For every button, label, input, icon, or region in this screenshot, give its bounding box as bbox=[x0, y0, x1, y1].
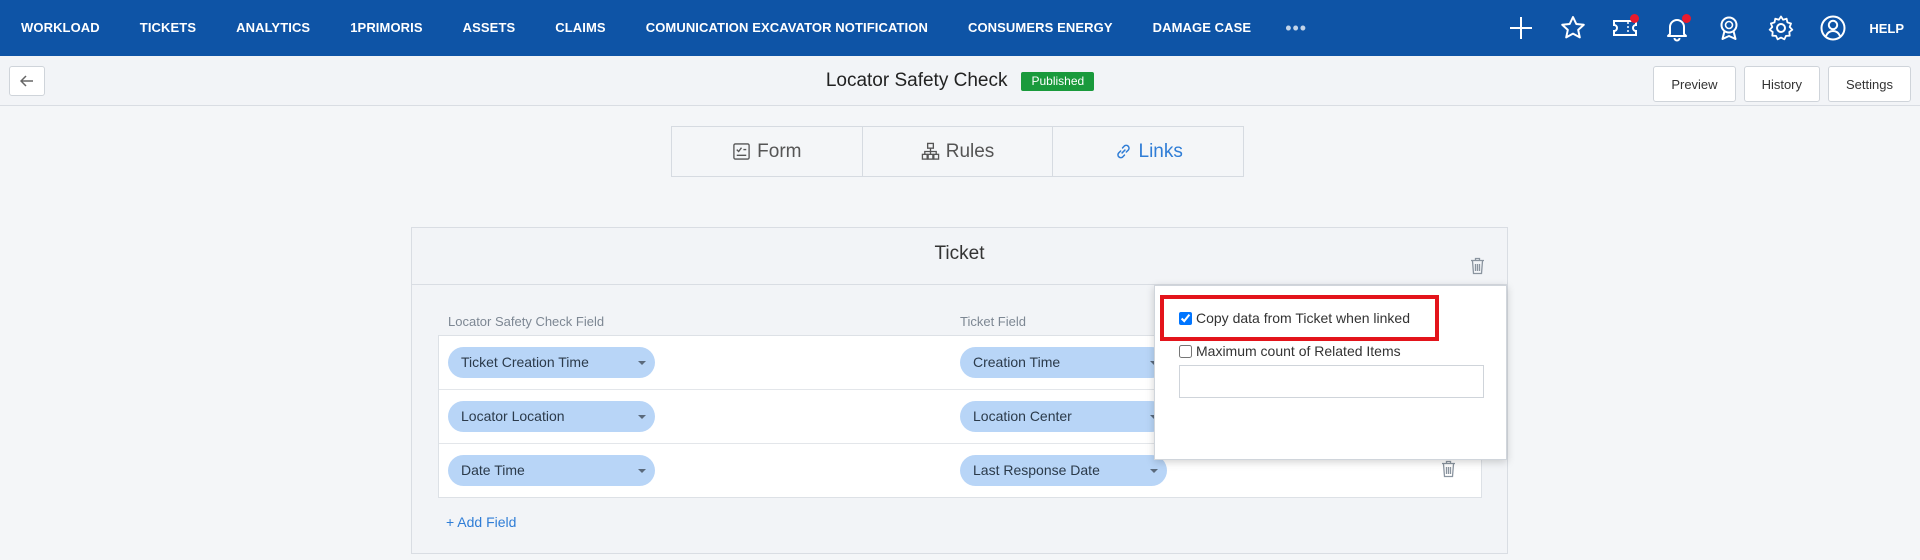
bell-icon[interactable] bbox=[1651, 0, 1703, 56]
locator-field-value: Locator Location bbox=[461, 408, 565, 424]
top-nav: WORKLOAD TICKETS ANALYTICS 1PRIMORIS ASS… bbox=[0, 0, 1920, 56]
nav-item-damage-case[interactable]: DAMAGE CASE bbox=[1133, 0, 1272, 56]
link-settings-popover: Copy data from Ticket when linked Maximu… bbox=[1154, 285, 1507, 460]
nav-item-comunication-excavator-notification[interactable]: COMUNICATION EXCAVATOR NOTIFICATION bbox=[626, 0, 948, 56]
star-icon[interactable] bbox=[1547, 0, 1599, 56]
max-count-label: Maximum count of Related Items bbox=[1196, 343, 1401, 359]
nav-item-consumers-energy[interactable]: CONSUMERS ENERGY bbox=[948, 0, 1133, 56]
tab-rules[interactable]: Rules bbox=[863, 127, 1054, 176]
status-badge: Published bbox=[1021, 71, 1095, 91]
caret-down-icon bbox=[1150, 469, 1158, 473]
tab-form-label: Form bbox=[757, 140, 802, 162]
ticket-field-value: Last Response Date bbox=[973, 462, 1100, 478]
nav-item-workload[interactable]: WORKLOAD bbox=[0, 0, 120, 56]
ticket-field-value: Location Center bbox=[973, 408, 1072, 424]
copy-data-option[interactable]: Copy data from Ticket when linked bbox=[1179, 310, 1410, 326]
locator-field-value: Ticket Creation Time bbox=[461, 354, 589, 370]
more-menu-icon[interactable]: ••• bbox=[1271, 18, 1321, 39]
history-button[interactable]: History bbox=[1743, 66, 1821, 102]
editor-tabs: Form Rules Links bbox=[671, 126, 1244, 177]
locator-field-select[interactable]: Locator Location bbox=[448, 401, 655, 432]
column-header-locator-field: Locator Safety Check Field bbox=[448, 314, 605, 329]
caret-down-icon bbox=[638, 415, 646, 419]
locator-field-select[interactable]: Ticket Creation Time bbox=[448, 347, 655, 378]
max-count-input[interactable] bbox=[1179, 365, 1484, 398]
nav-item-assets[interactable]: ASSETS bbox=[443, 0, 536, 56]
caret-down-icon bbox=[638, 469, 646, 473]
page-header-bar: Locator Safety Check Published Preview H… bbox=[0, 56, 1920, 106]
ticket-field-value: Creation Time bbox=[973, 354, 1061, 370]
nav-item-analytics[interactable]: ANALYTICS bbox=[216, 0, 330, 56]
delete-row-button[interactable] bbox=[1441, 460, 1456, 483]
nav-items: WORKLOAD TICKETS ANALYTICS 1PRIMORIS ASS… bbox=[0, 0, 1321, 56]
nav-item-1primoris[interactable]: 1PRIMORIS bbox=[330, 0, 442, 56]
tab-rules-label: Rules bbox=[945, 140, 995, 162]
help-link[interactable]: HELP bbox=[1859, 21, 1920, 36]
tab-links[interactable]: Links bbox=[1053, 127, 1243, 176]
header-actions: Preview History Settings bbox=[1653, 66, 1911, 102]
rules-icon bbox=[921, 142, 939, 160]
copy-data-label: Copy data from Ticket when linked bbox=[1196, 310, 1410, 326]
settings-button[interactable]: Settings bbox=[1828, 66, 1911, 102]
user-icon[interactable] bbox=[1807, 0, 1859, 56]
gear-icon[interactable] bbox=[1755, 0, 1807, 56]
caret-down-icon bbox=[638, 361, 646, 365]
max-count-checkbox[interactable] bbox=[1179, 344, 1192, 358]
card-title: Ticket bbox=[934, 243, 985, 264]
nav-item-tickets[interactable]: TICKETS bbox=[120, 0, 216, 56]
ticket-field-select[interactable]: Location Center bbox=[960, 401, 1167, 432]
preview-button[interactable]: Preview bbox=[1653, 66, 1736, 102]
tab-form[interactable]: Form bbox=[672, 127, 863, 176]
ticket-field-select[interactable]: Last Response Date bbox=[960, 455, 1167, 486]
trash-icon bbox=[1471, 257, 1484, 275]
ticket-field-select[interactable]: Creation Time bbox=[960, 347, 1167, 378]
add-field-link[interactable]: + Add Field bbox=[446, 514, 516, 530]
column-header-ticket-field: Ticket Field bbox=[960, 314, 1026, 329]
locator-field-value: Date Time bbox=[461, 462, 525, 478]
tab-links-label: Links bbox=[1138, 140, 1183, 162]
card-header: Ticket bbox=[412, 228, 1507, 285]
locator-field-select[interactable]: Date Time bbox=[448, 455, 655, 486]
ticket-icon[interactable] bbox=[1599, 0, 1651, 56]
nav-item-claims[interactable]: CLAIMS bbox=[535, 0, 625, 56]
title-area: Locator Safety Check Published bbox=[0, 56, 1920, 106]
delete-link-button[interactable] bbox=[1470, 257, 1485, 280]
trash-icon bbox=[1442, 460, 1455, 478]
max-count-option[interactable]: Maximum count of Related Items bbox=[1179, 343, 1401, 359]
form-icon bbox=[733, 143, 750, 160]
page-title: Locator Safety Check bbox=[825, 70, 1008, 91]
award-icon[interactable] bbox=[1703, 0, 1755, 56]
nav-right-tools: HELP bbox=[1495, 0, 1920, 56]
link-icon bbox=[1116, 144, 1130, 159]
copy-data-checkbox[interactable] bbox=[1179, 311, 1192, 325]
plus-icon[interactable] bbox=[1495, 0, 1547, 56]
